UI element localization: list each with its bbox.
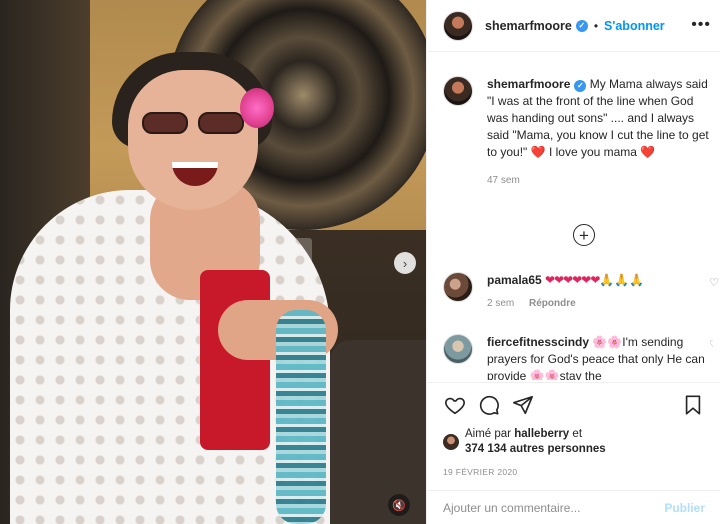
author-username[interactable]: shemarfmoore (485, 19, 572, 33)
caption-username[interactable]: shemarfmoore (487, 77, 570, 91)
caption-text: shemarfmoore ✓ My Mama always said "I was… (487, 76, 713, 161)
comment-timestamp: 2 sem (487, 298, 515, 309)
comment-like-heart-icon[interactable]: ♡ (709, 276, 719, 289)
post-header: shemarfmoore ✓ • S'abonner ••• (427, 0, 720, 52)
post-sidebar: shemarfmoore ✓ • S'abonner ••• shemarfmo… (426, 0, 720, 524)
hearts-emoji: ❤❤❤❤❤❤ (545, 273, 600, 287)
sunglasses (142, 112, 246, 136)
follow-button[interactable]: S'abonner (604, 19, 665, 33)
verified-badge-icon: ✓ (575, 19, 588, 32)
audio-mute-icon[interactable]: 🔇 (388, 494, 410, 516)
liked-by-join: et (572, 428, 583, 440)
comment-item: fiercefitnesscindy 🌸🌸I'm sending prayers… (443, 334, 713, 380)
liked-by: Aimé par halleberry et 374 134 autres pe… (443, 427, 705, 457)
carousel-next-icon[interactable]: › (394, 252, 416, 274)
commenter-avatar[interactable] (443, 272, 473, 302)
likes-count[interactable]: 374 134 autres personnes (465, 443, 606, 455)
chair-armrest (330, 340, 426, 524)
comment-meta: 2 sem Répondre (487, 298, 713, 309)
face (128, 70, 258, 210)
caption-avatar[interactable] (443, 76, 473, 106)
publish-button[interactable]: Publier (664, 501, 705, 515)
bead-necklaces (276, 310, 326, 524)
commenter-avatar[interactable] (443, 334, 473, 364)
add-comment-bar: Publier (427, 490, 720, 524)
heart-emoji: ❤️ (530, 145, 546, 159)
flower-emoji: 🌸🌸 (592, 335, 623, 349)
comment-item: pamala65 ❤❤❤❤❤❤🙏🙏🙏 2 sem Répondre ♡ (443, 272, 719, 309)
comment-like-heart-icon[interactable]: ♡ (709, 338, 713, 351)
post-photo[interactable]: › 🔇 (0, 0, 426, 524)
post-caption: shemarfmoore ✓ My Mama always said "I was… (443, 76, 713, 186)
verified-badge-icon: ✓ (574, 79, 587, 92)
comment-bubble-icon[interactable] (477, 393, 501, 417)
reply-button[interactable]: Répondre (529, 298, 576, 309)
liked-by-prefix: Aimé par (465, 428, 512, 440)
red-top (200, 270, 270, 450)
load-more-comments-icon[interactable]: + (573, 224, 595, 246)
commenter-username[interactable]: fiercefitnesscindy (487, 335, 589, 349)
comment-body: pamala65 ❤❤❤❤❤❤🙏🙏🙏 (487, 272, 713, 289)
liked-by-user[interactable]: halleberry (514, 428, 569, 440)
pink-flower (240, 88, 274, 128)
post-date: 19 FÉVRIER 2020 (443, 467, 518, 477)
caption-body-end: I love you mama (548, 145, 637, 159)
heart-emoji: ❤️ (640, 145, 656, 159)
comment-body: fiercefitnesscindy 🌸🌸I'm sending prayers… (487, 334, 713, 380)
like-heart-icon[interactable] (443, 393, 467, 417)
share-send-icon[interactable] (511, 393, 535, 417)
header-separator: • (593, 18, 599, 33)
bookmark-icon[interactable] (681, 393, 705, 417)
commenter-username[interactable]: pamala65 (487, 273, 542, 287)
liked-by-text: Aimé par halleberry et 374 134 autres pe… (465, 427, 606, 457)
comment-text-cut: stay the (559, 369, 602, 380)
author-avatar[interactable] (443, 10, 473, 41)
caption-timestamp: 47 sem (487, 175, 520, 186)
praise-emoji: 🙏🙏🙏 (599, 273, 645, 287)
flower-emoji: 🌸🌸 (529, 369, 560, 380)
comment-input[interactable] (443, 500, 665, 515)
action-icons (443, 393, 705, 419)
liked-by-avatar[interactable] (443, 434, 459, 450)
more-horizontal-icon[interactable]: ••• (691, 16, 711, 34)
post-actions: Aimé par halleberry et 374 134 autres pe… (427, 382, 720, 486)
